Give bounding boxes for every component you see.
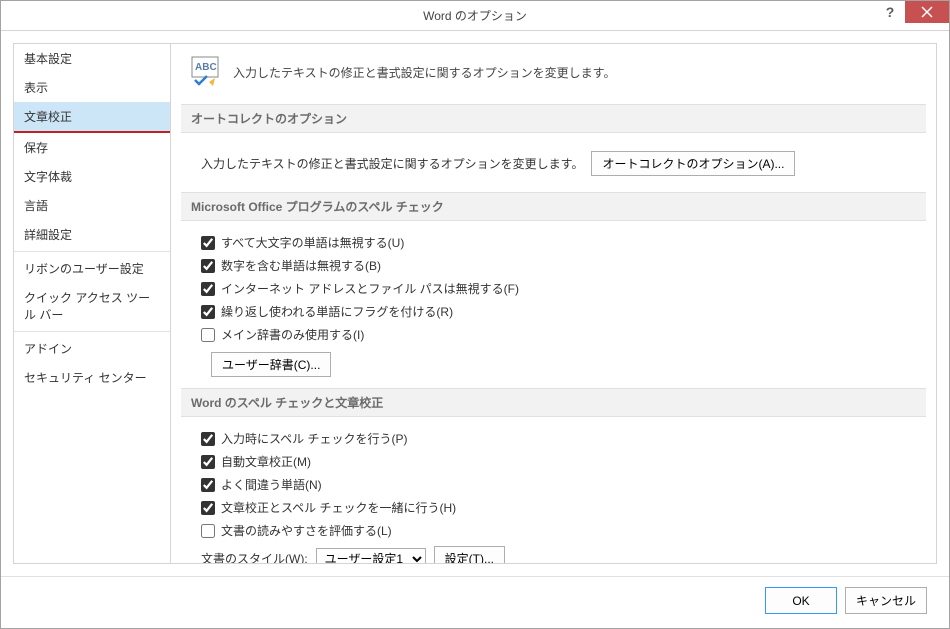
- checkbox-ignore-numbers[interactable]: [201, 259, 215, 273]
- options-dialog: Word のオプション ? 基本設定 表示 文章校正 保存 文字体裁 言語 詳細…: [0, 0, 950, 629]
- section-autocorrect-header: オートコレクトのオプション: [181, 104, 926, 133]
- user-dictionaries-button[interactable]: ユーザー辞書(C)...: [211, 352, 331, 377]
- checkbox-ignore-internet[interactable]: [201, 282, 215, 296]
- checkbox-grammar-with-spelling[interactable]: [201, 501, 215, 515]
- close-icon: [921, 6, 933, 18]
- checkbox-row-uppercase: すべて大文字の単語は無視する(U): [191, 231, 916, 254]
- window-title: Word のオプション: [1, 7, 949, 24]
- body-area: 基本設定 表示 文章校正 保存 文字体裁 言語 詳細設定 リボンのユーザー設定 …: [1, 31, 949, 576]
- checkbox-label: よく間違う単語(N): [221, 476, 322, 493]
- sidebar-item-qat[interactable]: クイック アクセス ツール バー: [14, 283, 170, 329]
- autocorrect-desc: 入力したテキストの修正と書式設定に関するオプションを変更します。: [201, 155, 583, 172]
- autocorrect-row: 入力したテキストの修正と書式設定に関するオプションを変更します。 オートコレクト…: [191, 143, 916, 184]
- writing-style-label: 文書のスタイル(W):: [201, 550, 308, 564]
- sidebar-item-advanced[interactable]: 詳細設定: [14, 220, 170, 249]
- checkbox-readability[interactable]: [201, 524, 215, 538]
- sidebar-item-ribbon[interactable]: リボンのユーザー設定: [14, 254, 170, 283]
- user-dict-row: ユーザー辞書(C)...: [201, 346, 916, 380]
- sidebar-item-language[interactable]: 言語: [14, 191, 170, 220]
- checkbox-row-numbers: 数字を含む単語は無視する(B): [191, 254, 916, 277]
- sidebar-item-typography[interactable]: 文字体裁: [14, 162, 170, 191]
- settings-button[interactable]: 設定(T)...: [434, 546, 505, 564]
- checkbox-row-grammar-with-spell: 文章校正とスペル チェックを一緒に行う(H): [191, 496, 916, 519]
- sidebar-item-addins[interactable]: アドイン: [14, 334, 170, 363]
- checkbox-row-spellcheck-typing: 入力時にスペル チェックを行う(P): [191, 427, 916, 450]
- writing-style-row: 文書のスタイル(W): ユーザー設定1 設定(T)...: [191, 542, 916, 564]
- sidebar-item-proofing[interactable]: 文章校正: [14, 102, 170, 133]
- sidebar-separator: [14, 251, 170, 252]
- page-header: ABC 入力したテキストの修正と書式設定に関するオプションを変更します。: [191, 56, 916, 88]
- checkbox-row-maindict: メイン辞書のみ使用する(I): [191, 323, 916, 346]
- ok-button[interactable]: OK: [765, 587, 837, 614]
- page-header-text: 入力したテキストの修正と書式設定に関するオプションを変更します。: [233, 64, 615, 81]
- section-spellcheck-header: Microsoft Office プログラムのスペル チェック: [181, 192, 926, 221]
- sidebar-item-trust[interactable]: セキュリティ センター: [14, 363, 170, 392]
- checkbox-row-repeated: 繰り返し使われる単語にフラグを付ける(R): [191, 300, 916, 323]
- checkbox-label: 自動文章校正(M): [221, 453, 311, 470]
- checkbox-ignore-uppercase[interactable]: [201, 236, 215, 250]
- sidebar: 基本設定 表示 文章校正 保存 文字体裁 言語 詳細設定 リボンのユーザー設定 …: [13, 43, 171, 564]
- content-panel: ABC 入力したテキストの修正と書式設定に関するオプションを変更します。 オート…: [171, 43, 937, 564]
- sidebar-item-general[interactable]: 基本設定: [14, 44, 170, 73]
- checkbox-main-dict-only[interactable]: [201, 328, 215, 342]
- close-button[interactable]: [905, 1, 949, 23]
- checkbox-label: 繰り返し使われる単語にフラグを付ける(R): [221, 303, 453, 320]
- dialog-footer: OK キャンセル: [1, 576, 949, 628]
- sidebar-item-save[interactable]: 保存: [14, 133, 170, 162]
- sidebar-separator: [14, 331, 170, 332]
- help-button[interactable]: ?: [875, 1, 905, 23]
- titlebar-buttons: ?: [875, 1, 949, 27]
- checkbox-spellcheck-typing[interactable]: [201, 432, 215, 446]
- svg-text:ABC: ABC: [195, 62, 217, 73]
- checkbox-auto-grammar[interactable]: [201, 455, 215, 469]
- checkbox-label: 文章校正とスペル チェックを一緒に行う(H): [221, 499, 456, 516]
- checkbox-confused-words[interactable]: [201, 478, 215, 492]
- checkbox-row-confused: よく間違う単語(N): [191, 473, 916, 496]
- checkbox-label: メイン辞書のみ使用する(I): [221, 326, 364, 343]
- autocorrect-options-button[interactable]: オートコレクトのオプション(A)...: [591, 151, 795, 176]
- cancel-button[interactable]: キャンセル: [845, 587, 927, 614]
- checkbox-label: すべて大文字の単語は無視する(U): [221, 234, 404, 251]
- checkbox-label: 数字を含む単語は無視する(B): [221, 257, 381, 274]
- section-word-proofing-header: Word のスペル チェックと文章校正: [181, 388, 926, 417]
- checkbox-label: インターネット アドレスとファイル パスは無視する(F): [221, 280, 519, 297]
- checkbox-label: 入力時にスペル チェックを行う(P): [221, 430, 408, 447]
- checkbox-flag-repeated[interactable]: [201, 305, 215, 319]
- writing-style-select[interactable]: ユーザー設定1: [316, 548, 426, 565]
- checkbox-row-autogrammar: 自動文章校正(M): [191, 450, 916, 473]
- proofing-icon: ABC: [191, 56, 223, 88]
- checkbox-row-internet: インターネット アドレスとファイル パスは無視する(F): [191, 277, 916, 300]
- checkbox-row-readability: 文書の読みやすさを評価する(L): [191, 519, 916, 542]
- titlebar: Word のオプション ?: [1, 1, 949, 31]
- checkbox-label: 文書の読みやすさを評価する(L): [221, 522, 392, 539]
- sidebar-item-display[interactable]: 表示: [14, 73, 170, 102]
